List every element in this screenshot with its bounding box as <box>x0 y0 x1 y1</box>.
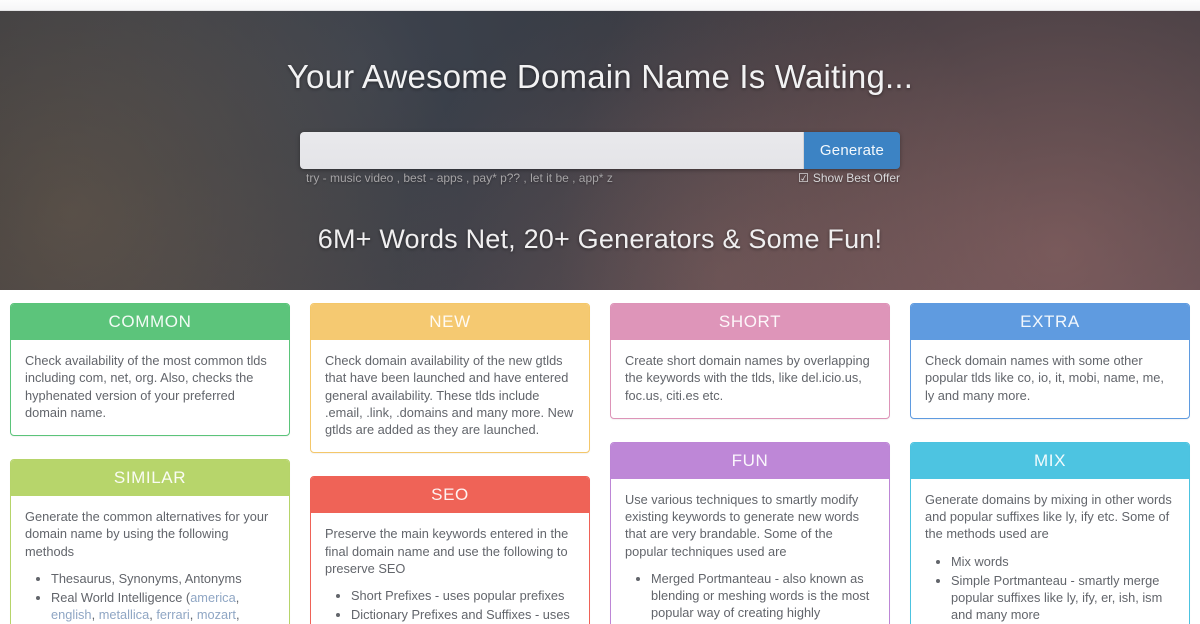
card-fun-paragraph: Use various techniques to smartly modify… <box>625 491 860 559</box>
card-new-paragraph: Check domain availability of the new gtl… <box>325 353 574 438</box>
page-root: Your Awesome Domain Name Is Waiting... G… <box>0 0 1200 624</box>
card-new-title: NEW <box>311 304 589 340</box>
card-fun-list: Merged Portmanteau - also known as blend… <box>625 570 875 622</box>
page-title: Your Awesome Domain Name Is Waiting... <box>286 58 914 95</box>
list-item: Thesaurus, Synonyms, Antonyms <box>51 570 275 587</box>
domain-search-bar: Generate <box>300 132 900 169</box>
card-fun-body: Use various techniques to smartly modify… <box>611 479 889 624</box>
card-extra-paragraph: Check domain names with some other popul… <box>925 353 1164 403</box>
card-similar[interactable]: SIMILAR Generate the common alternatives… <box>10 459 290 624</box>
list-item: Mix words <box>951 553 1175 570</box>
list-item: Merged Portmanteau - also known as blend… <box>651 570 875 622</box>
card-fun-title: FUN <box>611 442 889 479</box>
list-item: Simple Portmanteau - smartly merge popul… <box>951 572 1175 624</box>
generate-button[interactable]: Generate <box>804 132 900 169</box>
checkbox-checked-icon[interactable]: ☑ <box>798 172 809 184</box>
card-short-paragraph: Create short domain names by overlapping… <box>625 353 870 403</box>
cards-column-2: NEW Check domain availability of the new… <box>310 303 590 624</box>
link-america[interactable]: america <box>190 590 236 605</box>
domain-search-input[interactable] <box>300 132 804 169</box>
link-mozart[interactable]: mozart <box>197 607 236 622</box>
list-item: Real World Intelligence (america, englis… <box>51 589 275 624</box>
card-common-paragraph: Check availability of the most common tl… <box>25 353 267 420</box>
card-similar-body: Generate the common alternatives for you… <box>11 496 289 624</box>
cards-column-3: SHORT Create short domain names by overl… <box>610 303 890 624</box>
hero-banner: Your Awesome Domain Name Is Waiting... G… <box>0 11 1200 290</box>
link-english[interactable]: english <box>51 607 92 622</box>
show-best-offer-label: Show Best Offer <box>812 171 900 185</box>
card-mix-title: MIX <box>911 442 1189 479</box>
list-item: Dictionary Prefixes and Suffixes - uses <box>351 606 575 623</box>
cards-column-1: COMMON Check availability of the most co… <box>10 303 290 624</box>
list-item: Short Prefixes - uses popular prefixes <box>351 587 575 604</box>
card-mix-paragraph: Generate domains by mixing in other word… <box>925 491 1172 542</box>
card-short-title: SHORT <box>611 304 889 340</box>
card-similar-paragraph: Generate the common alternatives for you… <box>25 509 269 559</box>
hero-content: Your Awesome Domain Name Is Waiting... G… <box>0 11 1200 290</box>
top-white-strip <box>0 0 1200 11</box>
card-short-body: Create short domain names by overlapping… <box>611 340 889 418</box>
card-similar-title: SIMILAR <box>11 460 289 497</box>
feature-cards-section: COMMON Check availability of the most co… <box>0 290 1200 624</box>
search-hint-row: try - music video , best - apps , pay* p… <box>300 171 900 189</box>
card-extra[interactable]: EXTRA Check domain names with some other… <box>910 303 1190 419</box>
card-common[interactable]: COMMON Check availability of the most co… <box>10 303 290 437</box>
card-extra-body: Check domain names with some other popul… <box>911 340 1189 418</box>
card-seo[interactable]: SEO Preserve the main keywords entered i… <box>310 476 590 624</box>
card-seo-title: SEO <box>311 477 589 514</box>
hero-subtitle: 6M+ Words Net, 20+ Generators & Some Fun… <box>317 224 883 254</box>
card-seo-list: Short Prefixes - uses popular prefixes D… <box>325 587 575 624</box>
card-mix[interactable]: MIX Generate domains by mixing in other … <box>910 441 1190 624</box>
card-mix-body: Generate domains by mixing in other word… <box>911 479 1189 624</box>
link-ferrari[interactable]: ferrari <box>156 607 189 622</box>
card-similar-list: Thesaurus, Synonyms, Antonyms Real World… <box>25 570 275 624</box>
link-metallica[interactable]: metallica <box>99 607 150 622</box>
card-seo-paragraph: Preserve the main keywords entered in th… <box>325 526 569 576</box>
card-common-title: COMMON <box>11 304 289 340</box>
cards-column-4: EXTRA Check domain names with some other… <box>910 303 1190 624</box>
card-fun[interactable]: FUN Use various techniques to smartly mo… <box>610 441 890 624</box>
card-seo-body: Preserve the main keywords entered in th… <box>311 513 589 624</box>
card-short[interactable]: SHORT Create short domain names by overl… <box>610 303 890 419</box>
search-hint-text: try - music video , best - apps , pay* p… <box>306 171 613 185</box>
card-new-body: Check domain availability of the new gtl… <box>311 340 589 452</box>
show-best-offer-toggle[interactable]: ☑ Show Best Offer <box>798 171 900 185</box>
card-common-body: Check availability of the most common tl… <box>11 340 289 435</box>
card-mix-list: Mix words Simple Portmanteau - smartly m… <box>925 553 1175 624</box>
card-new[interactable]: NEW Check domain availability of the new… <box>310 303 590 454</box>
card-extra-title: EXTRA <box>911 304 1189 340</box>
